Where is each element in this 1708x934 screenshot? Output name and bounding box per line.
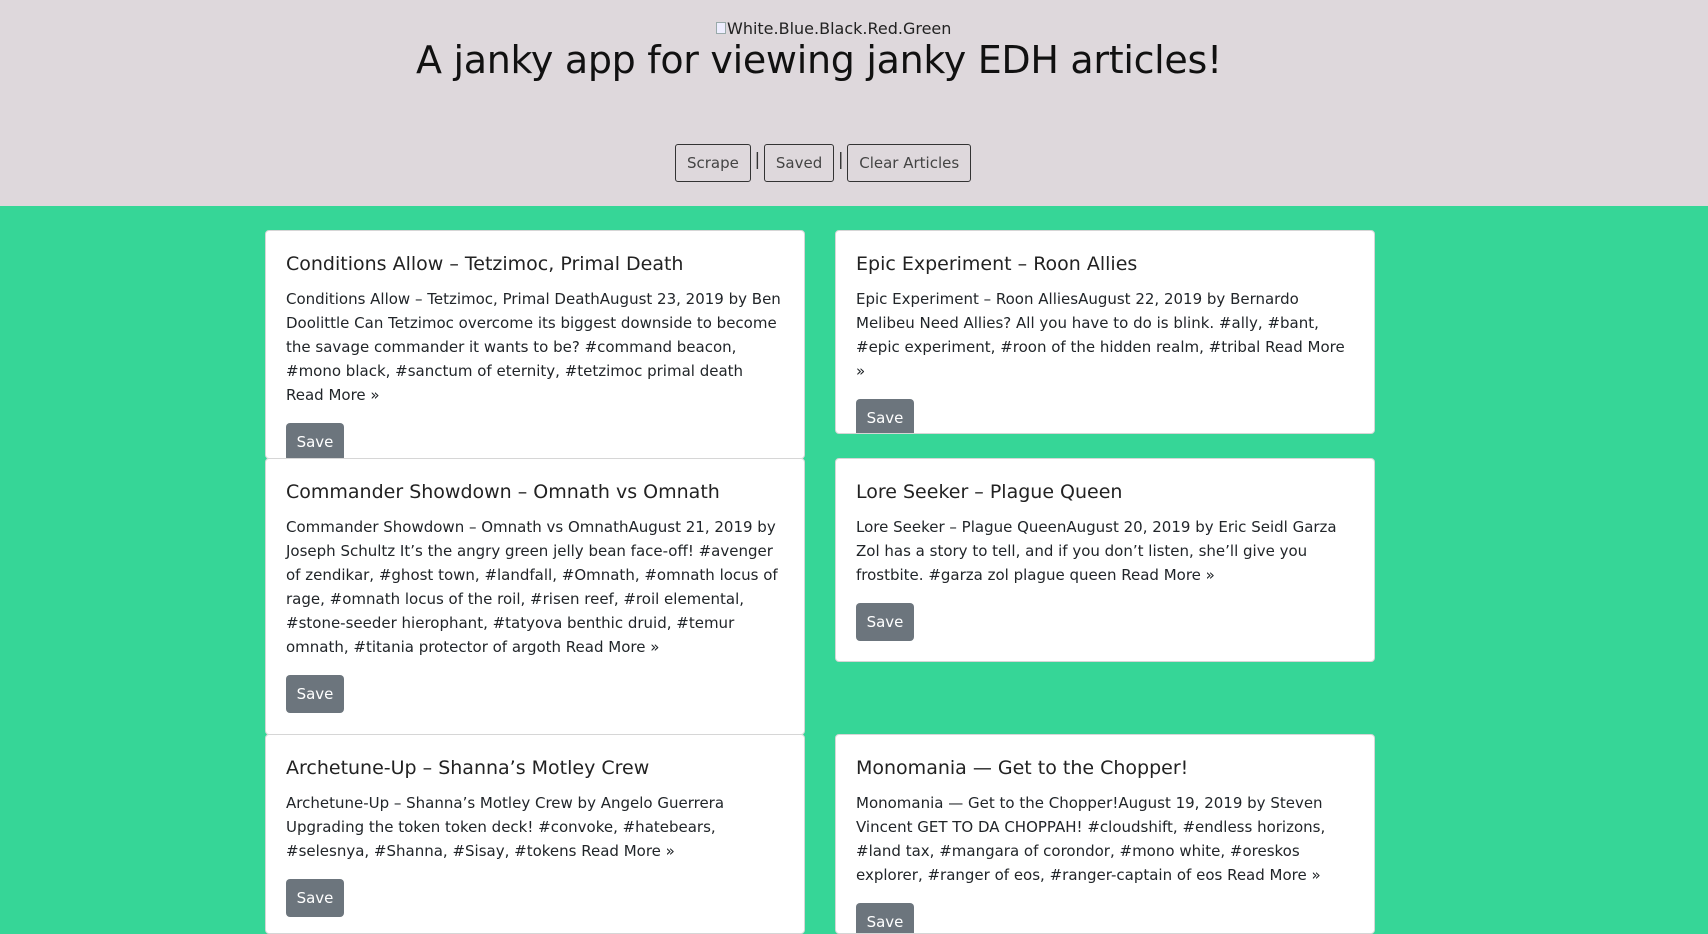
saved-button[interactable]: Saved (763, 144, 835, 182)
article-title[interactable]: Commander Showdown – Omnath vs Omnath (286, 479, 784, 505)
save-button[interactable]: Save (856, 603, 914, 641)
article-card: Commander Showdown – Omnath vs Omnath Co… (265, 458, 805, 735)
broken-image-icon (716, 22, 726, 34)
article-summary: Commander Showdown – Omnath vs OmnathAug… (286, 518, 778, 656)
article-card: Epic Experiment – Roon Allies Epic Exper… (835, 230, 1375, 434)
page-header: White.Blue.Black.Red.Green A janky app f… (0, 0, 1708, 206)
article-card: Conditions Allow – Tetzimoc, Primal Deat… (265, 230, 805, 459)
article-summary: Archetune-Up – Shanna’s Motley Crew by A… (286, 794, 725, 860)
article-card: Archetune-Up – Shanna’s Motley Crew Arch… (265, 734, 805, 934)
clear-articles-button[interactable]: Clear Articles (847, 144, 972, 182)
article-title[interactable]: Archetune-Up – Shanna’s Motley Crew (286, 755, 784, 781)
article-title[interactable]: Lore Seeker – Plague Queen (856, 479, 1354, 505)
article-summary: Epic Experiment – Roon AlliesAugust 22, … (856, 290, 1345, 380)
article-title[interactable]: Epic Experiment – Roon Allies (856, 251, 1354, 277)
article-summary: Lore Seeker – Plague QueenAugust 20, 201… (856, 518, 1337, 584)
nav-separator: | (754, 150, 761, 170)
save-button[interactable]: Save (856, 399, 914, 433)
save-button[interactable]: Save (286, 423, 344, 458)
article-title[interactable]: Monomania — Get to the Chopper! (856, 755, 1354, 781)
logo-image: White.Blue.Black.Red.Green (716, 17, 951, 39)
save-button[interactable]: Save (856, 903, 914, 933)
article-summary: Conditions Allow – Tetzimoc, Primal Deat… (286, 290, 781, 404)
nav-bar: Scrape | Saved | Clear Articles (675, 144, 972, 182)
article-title[interactable]: Conditions Allow – Tetzimoc, Primal Deat… (286, 251, 784, 277)
logo-alt-text: White.Blue.Black.Red.Green (727, 18, 952, 38)
article-card: Monomania — Get to the Chopper! Monomani… (835, 734, 1375, 934)
nav-separator: | (837, 150, 844, 170)
article-card: Lore Seeker – Plague Queen Lore Seeker –… (835, 458, 1375, 662)
save-button[interactable]: Save (286, 675, 344, 713)
scrape-button[interactable]: Scrape (675, 144, 751, 182)
save-button[interactable]: Save (286, 879, 344, 917)
page-title: A janky app for viewing janky EDH articl… (416, 38, 1222, 82)
article-summary: Monomania — Get to the Chopper!August 19… (856, 794, 1326, 884)
